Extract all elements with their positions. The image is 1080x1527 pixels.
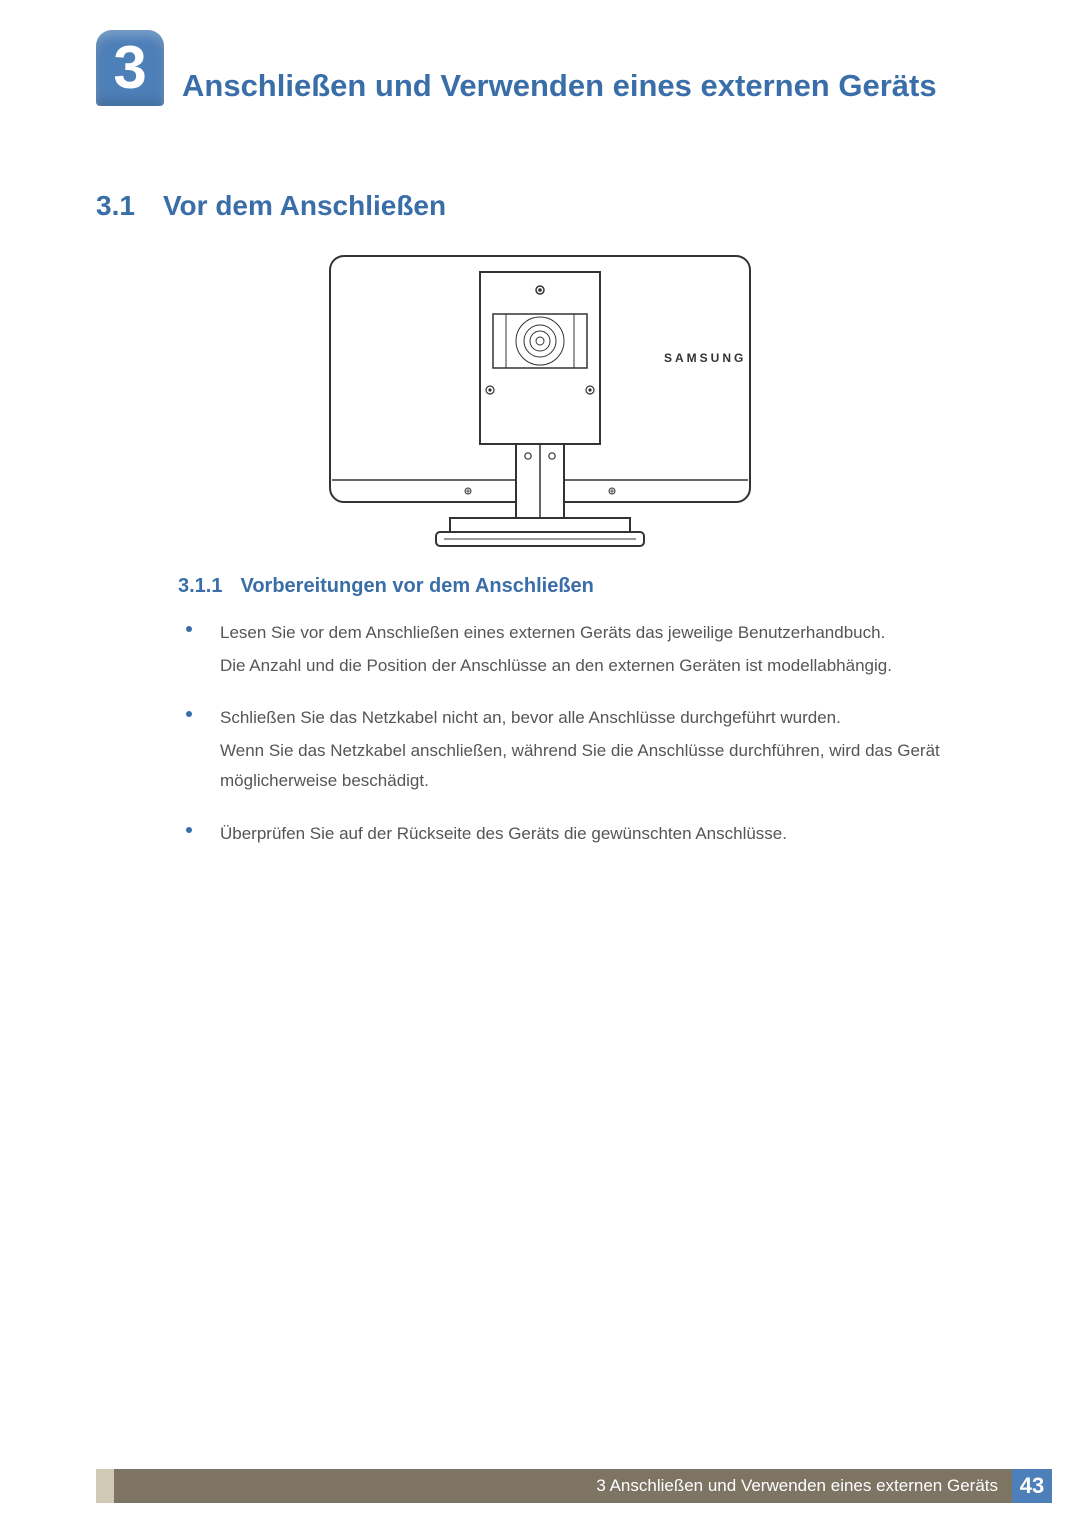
brand-text: SAMSUNG <box>664 351 746 365</box>
bullet-list: Lesen Sie vor dem Anschließen eines exte… <box>186 618 984 872</box>
section-head: 3.1 Vor dem Anschließen <box>96 190 446 222</box>
page-footer: 3 Anschließen und Verwenden eines extern… <box>96 1469 1052 1503</box>
bullet-text: Überprüfen Sie auf der Rückseite des Ger… <box>220 819 787 852</box>
list-item: Lesen Sie vor dem Anschließen eines exte… <box>186 618 984 683</box>
footer-bar-light <box>96 1469 114 1503</box>
bullet-icon <box>186 827 192 833</box>
footer-bar-dark: 3 Anschließen und Verwenden eines extern… <box>114 1469 1012 1503</box>
subsection-number: 3.1.1 <box>178 575 222 598</box>
footer-caption: 3 Anschließen und Verwenden eines extern… <box>596 1476 998 1496</box>
chapter-title: Anschließen und Verwenden eines externen… <box>182 67 937 106</box>
list-item: Überprüfen Sie auf der Rückseite des Ger… <box>186 819 984 852</box>
page-number: 43 <box>1012 1469 1052 1503</box>
section-title: Vor dem Anschließen <box>163 190 446 222</box>
list-item: Schließen Sie das Netzkabel nicht an, be… <box>186 703 984 799</box>
bullet-icon <box>186 711 192 717</box>
chapter-badge: 3 <box>96 30 164 106</box>
subsection-title: Vorbereitungen vor dem Anschließen <box>240 575 593 598</box>
section-number: 3.1 <box>96 190 135 222</box>
bullet-text: Schließen Sie das Netzkabel nicht an, be… <box>220 703 984 799</box>
chapter-header: 3 Anschließen und Verwenden eines extern… <box>96 30 984 114</box>
bullet-icon <box>186 626 192 632</box>
monitor-diagram: SAMSUNG <box>0 252 1080 560</box>
subsection-head: 3.1.1 Vorbereitungen vor dem Anschließen <box>178 575 594 598</box>
bullet-text: Lesen Sie vor dem Anschließen eines exte… <box>220 618 892 683</box>
chapter-number: 3 <box>113 38 146 98</box>
